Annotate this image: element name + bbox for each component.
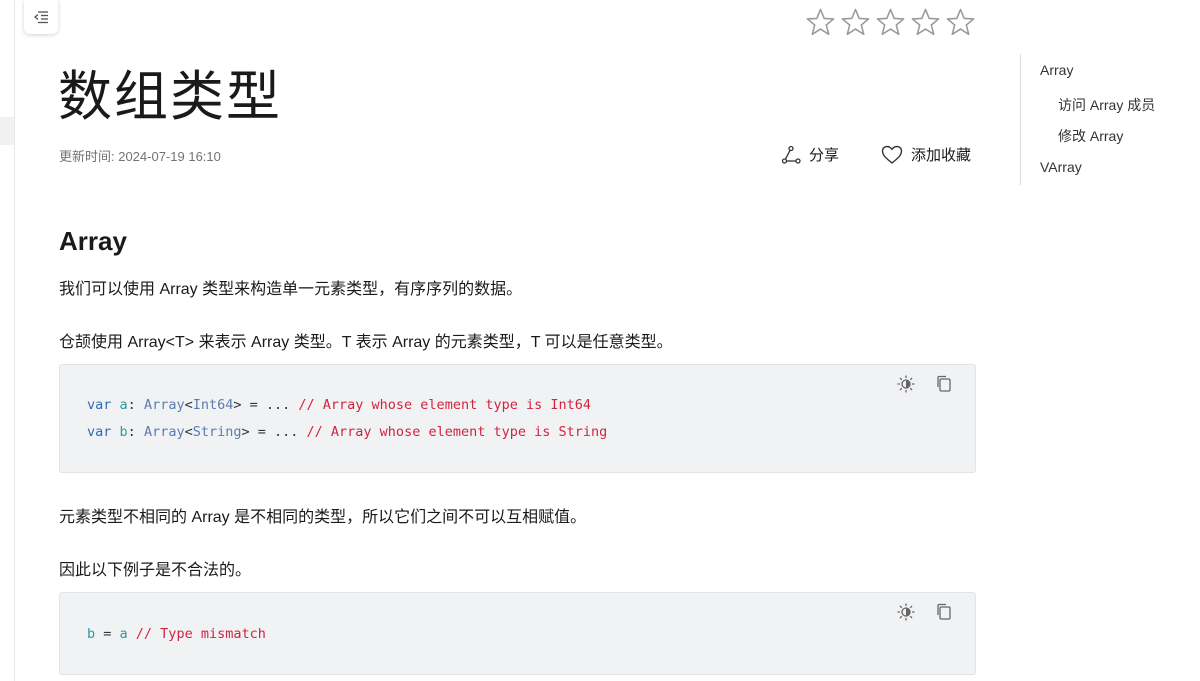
code-line: var a: Array<Int64> = ... // Array whose… [87, 397, 591, 413]
paragraph: 因此以下例子是不合法的。 [59, 562, 252, 579]
paragraph: 仓颉使用 Array<T> 来表示 Array 类型。T 表示 Array 的元… [59, 334, 673, 351]
sidebar-toggle-button[interactable] [24, 0, 58, 34]
toc-item-varray[interactable]: VArray [1040, 159, 1082, 175]
heart-icon [881, 145, 903, 164]
code-block: b = a // Type mismatch [59, 592, 976, 675]
toc-item-array[interactable]: Array [1040, 62, 1073, 78]
code-line: var b: Array<String> = ... // Array whos… [87, 424, 608, 440]
star-icon[interactable] [910, 7, 941, 38]
star-icon[interactable] [840, 7, 871, 38]
section-heading: Array [59, 226, 127, 256]
toc-item-access-array[interactable]: 访问 Array 成员 [1058, 95, 1155, 115]
rating-stars[interactable] [805, 7, 976, 38]
left-rail [0, 0, 15, 681]
copy-icon [937, 603, 951, 620]
theme-icon [897, 375, 915, 393]
star-icon[interactable] [875, 7, 906, 38]
share-label: 分享 [809, 147, 840, 164]
share-icon [781, 145, 801, 164]
star-icon[interactable] [805, 7, 836, 38]
code-block: var a: Array<Int64> = ... // Array whose… [59, 364, 976, 473]
toc-item-modify-array[interactable]: 修改 Array [1058, 126, 1123, 146]
copy-button[interactable] [935, 603, 953, 621]
left-rail-marker [0, 117, 14, 145]
copy-button[interactable] [935, 375, 953, 393]
theme-icon [897, 603, 915, 621]
updated-time: 更新时间: 2024-07-19 16:10 [59, 149, 221, 164]
star-icon[interactable] [945, 7, 976, 38]
add-favorite-button[interactable]: 添加收藏 [881, 144, 971, 165]
share-button[interactable]: 分享 [781, 144, 839, 165]
theme-toggle-button[interactable] [897, 603, 915, 621]
paragraph: 我们可以使用 Array 类型来构造单一元素类型，有序序列的数据。 [59, 281, 523, 298]
copy-icon [937, 375, 951, 392]
menu-collapse-icon [33, 11, 48, 24]
theme-toggle-button[interactable] [897, 375, 915, 393]
table-of-contents: Array 访问 Array 成员 修改 Array VArray [1020, 54, 1195, 185]
add-favorite-label: 添加收藏 [911, 147, 972, 164]
page-title: 数组类型 [58, 65, 282, 128]
paragraph: 元素类型不相同的 Array 是不相同的类型，所以它们之间不可以互相赋值。 [59, 509, 587, 526]
code-line: b = a // Type mismatch [87, 626, 266, 642]
